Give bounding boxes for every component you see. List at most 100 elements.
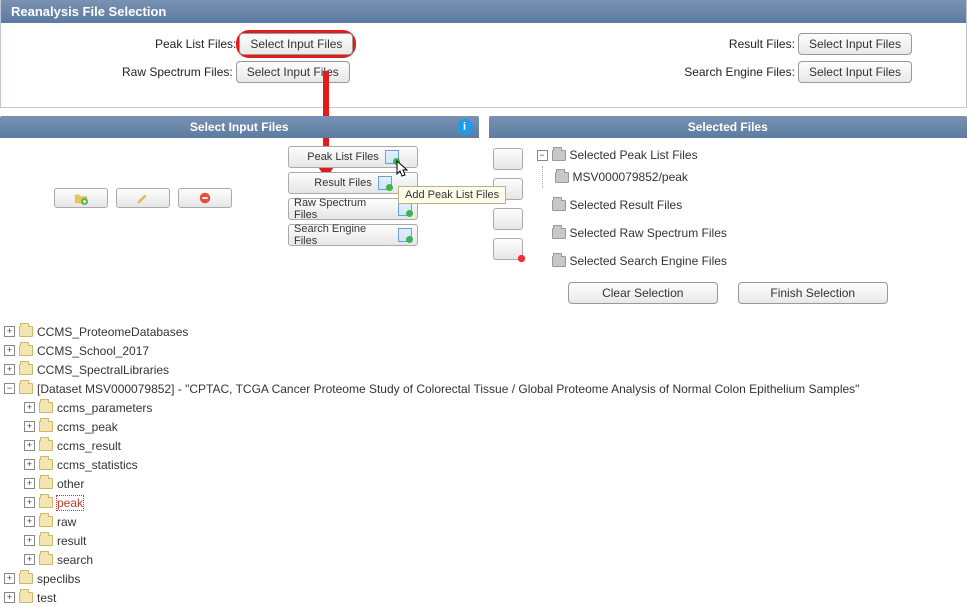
expand-icon[interactable]: + xyxy=(24,497,35,508)
delete-button[interactable] xyxy=(178,188,232,208)
tree-row[interactable]: + test xyxy=(4,588,967,607)
expand-icon[interactable]: + xyxy=(4,592,15,603)
folder-icon xyxy=(39,497,53,508)
tree-row[interactable]: + result xyxy=(4,531,967,550)
tree-row-selected[interactable]: + peak xyxy=(4,493,967,512)
expand-icon[interactable]: + xyxy=(24,535,35,546)
select-input-files-panel: Select Input Files i Peak List Files xyxy=(0,116,479,310)
expand-icon[interactable]: + xyxy=(24,459,35,470)
collapse-icon[interactable]: − xyxy=(4,383,15,394)
search-engine-btn-label: Search Engine Files xyxy=(294,223,392,247)
expand-icon[interactable]: + xyxy=(4,345,15,356)
folder-icon xyxy=(39,459,53,470)
tree-label: result xyxy=(57,534,86,548)
file-add-icon xyxy=(378,176,392,190)
folder-icon xyxy=(39,516,53,527)
tree-row[interactable]: + raw xyxy=(4,512,967,531)
panel-title: Reanalysis File Selection xyxy=(1,0,966,23)
collapse-icon[interactable]: − xyxy=(537,150,548,161)
folder-icon xyxy=(19,364,33,375)
folder-icon xyxy=(19,573,33,584)
select-input-files-title: Select Input Files xyxy=(190,120,289,134)
new-folder-button[interactable] xyxy=(54,188,108,208)
tree-label: [Dataset MSV000079852] - "CPTAC, TCGA Ca… xyxy=(37,382,859,396)
tree-label: test xyxy=(37,591,56,605)
tree-row[interactable]: + search xyxy=(4,550,967,569)
tree-row[interactable]: +ccms_statistics xyxy=(4,455,967,474)
tree-label: peak xyxy=(57,496,83,510)
folder-icon xyxy=(19,345,33,356)
tree-label: ccms_result xyxy=(57,439,121,453)
raw-spectrum-btn-label: Raw Spectrum Files xyxy=(294,197,392,221)
tree-label: CCMS_School_2017 xyxy=(37,344,149,358)
expand-icon[interactable]: + xyxy=(24,478,35,489)
folder-icon xyxy=(39,535,53,546)
result-files-label: Result Files: xyxy=(729,37,795,51)
folder-icon xyxy=(552,256,566,267)
tree-row[interactable]: + other xyxy=(4,474,967,493)
raw-spectrum-files-label: Raw Spectrum Files: xyxy=(122,65,233,79)
peak-list-select-button[interactable]: Select Input Files xyxy=(239,33,353,55)
result-btn-label: Result Files xyxy=(314,177,371,189)
folder-icon xyxy=(39,478,53,489)
tree-row[interactable]: − Selected Peak List Files xyxy=(537,144,964,166)
tree-row[interactable]: − [Dataset MSV000079852] - "CPTAC, TCGA C… xyxy=(4,379,967,398)
search-engine-files-label: Search Engine Files: xyxy=(684,65,795,79)
expand-icon[interactable]: + xyxy=(4,573,15,584)
expand-icon[interactable]: + xyxy=(24,554,35,565)
result-select-button[interactable]: Select Input Files xyxy=(798,33,912,55)
expand-icon[interactable]: + xyxy=(24,402,35,413)
file-add-icon xyxy=(398,228,412,242)
expand-icon[interactable]: + xyxy=(4,326,15,337)
search-engine-select-button[interactable]: Select Input Files xyxy=(798,61,912,83)
info-icon[interactable]: i xyxy=(457,119,473,135)
tree-row[interactable]: Selected Raw Spectrum Files xyxy=(537,222,964,244)
expand-icon[interactable]: + xyxy=(24,421,35,432)
selected-files-tree: − Selected Peak List Files MSV000079852/… xyxy=(537,144,964,272)
selected-peak-list-child: MSV000079852/peak xyxy=(573,170,688,184)
selected-files-panel: Selected Files − Selected Peak List File… xyxy=(489,116,967,310)
folder-icon xyxy=(552,200,566,211)
folder-icon xyxy=(555,172,569,183)
tree-row[interactable]: Selected Result Files xyxy=(537,194,964,216)
finish-selection-button[interactable]: Finish Selection xyxy=(738,282,888,304)
tree-row[interactable]: MSV000079852/peak xyxy=(555,166,964,188)
peak-list-btn-label: Peak List Files xyxy=(307,151,379,163)
tree-label: speclibs xyxy=(37,572,80,586)
tree-row[interactable]: + ccms_parameters xyxy=(4,398,967,417)
clear-selection-button[interactable]: Clear Selection xyxy=(568,282,718,304)
file-browser-tree: + CCMS_ProteomeDatabases + CCMS_School_201… xyxy=(0,322,967,607)
expand-icon[interactable]: + xyxy=(4,364,15,375)
tree-row[interactable]: +ccms_peak xyxy=(4,417,967,436)
folder-icon xyxy=(39,421,53,432)
tree-label: raw xyxy=(57,515,76,529)
folder-icon xyxy=(552,228,566,239)
tree-row[interactable]: + CCMS_School_2017 xyxy=(4,341,967,360)
folder-icon xyxy=(19,326,33,337)
add-search-engine-files-button[interactable]: Search Engine Files xyxy=(288,224,418,246)
remove-peak-list-button[interactable] xyxy=(493,148,523,170)
remove-raw-spectrum-button[interactable] xyxy=(493,208,523,230)
folder-icon xyxy=(19,592,33,603)
tree-row[interactable]: + ccms_result xyxy=(4,436,967,455)
tree-row[interactable]: Selected Search Engine Files xyxy=(537,250,964,272)
rename-button[interactable] xyxy=(116,188,170,208)
tree-row[interactable]: + speclibs xyxy=(4,569,967,588)
selected-peak-list-root: Selected Peak List Files xyxy=(570,148,698,162)
tree-row[interactable]: +CCMS_SpectralLibraries xyxy=(4,360,967,379)
selected-result-root: Selected Result Files xyxy=(570,198,683,212)
peak-list-files-label: Peak List Files: xyxy=(155,37,236,51)
expand-icon[interactable]: + xyxy=(24,516,35,527)
remove-search-engine-button[interactable] xyxy=(493,238,523,260)
folder-icon xyxy=(39,440,53,451)
tree-row[interactable]: + CCMS_ProteomeDatabases xyxy=(4,322,967,341)
tree-label: CCMS_ProteomeDatabases xyxy=(37,325,188,339)
cursor-icon xyxy=(396,160,410,178)
tree-label: search xyxy=(57,553,93,567)
file-add-icon xyxy=(398,202,412,216)
raw-spectrum-select-button[interactable]: Select Input Files xyxy=(236,61,350,83)
reanalysis-file-selection-panel: Reanalysis File Selection Peak List File… xyxy=(0,0,967,108)
tree-label: ccms_parameters xyxy=(57,401,152,415)
tree-label: other xyxy=(57,477,84,491)
expand-icon[interactable]: + xyxy=(24,440,35,451)
